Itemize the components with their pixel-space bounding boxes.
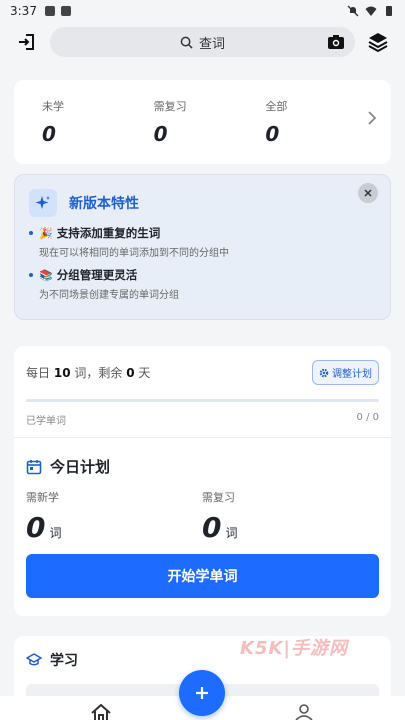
close-icon	[364, 189, 372, 197]
adjust-plan-label: 调整计划	[332, 369, 372, 380]
user-icon[interactable]	[294, 704, 314, 720]
features-title: 新版本特性	[69, 196, 139, 212]
learned-value: 0 / 0	[356, 412, 379, 423]
status-time: 3:37	[10, 4, 37, 18]
stat-label: 需复习	[153, 100, 187, 113]
new-features-card: 新版本特性 🎉 支持添加重复的生词 现在可以将相同的单词添加到不同的分组中 📚 …	[14, 174, 391, 320]
feature-item-desc: 现在可以将相同的单词添加到不同的分组中	[39, 248, 229, 259]
today-new-value: 0	[26, 511, 46, 544]
calendar-icon	[26, 459, 42, 474]
today-review-stat: 需复习 0词	[202, 489, 378, 544]
gallery-notification-icon	[44, 6, 55, 16]
search-placeholder: 查词	[198, 36, 225, 52]
feature-item-desc: 为不同场景创建专属的单词分组	[39, 290, 179, 301]
stat-total: 全部 0	[265, 98, 377, 146]
bullet-icon	[29, 273, 33, 277]
stat-label: 未学	[42, 100, 64, 113]
search-icon	[180, 36, 193, 49]
plus-icon	[196, 687, 208, 699]
feature-item: 🎉 支持添加重复的生词 现在可以将相同的单词添加到不同的分组中	[29, 225, 376, 259]
today-plan-header: 今日计划	[26, 456, 379, 477]
search-input[interactable]: 查词	[50, 27, 355, 57]
word-stats-card[interactable]: 未学 0 需复习 0 全部 0	[14, 80, 391, 164]
today-plan-title: 今日计划	[50, 458, 111, 476]
close-button[interactable]	[358, 183, 378, 203]
mute-icon	[347, 5, 359, 17]
stat-value: 0	[265, 122, 280, 146]
divider	[14, 437, 391, 438]
learned-label: 已学单词	[26, 416, 66, 427]
camera-icon[interactable]	[327, 34, 345, 50]
add-button[interactable]	[179, 670, 225, 716]
stat-value: 0	[42, 122, 56, 146]
watermark: K5K|手游网	[240, 638, 348, 659]
today-review-label: 需复习	[202, 491, 235, 504]
daily-count: 10	[53, 366, 71, 380]
unit-label: 词	[225, 526, 238, 540]
learned-row: 已学单词 0 / 0	[26, 412, 379, 427]
daily-plan-summary: 每日 10 词，剩余 0 天	[26, 364, 150, 381]
top-bar: 查词	[0, 24, 405, 60]
chevron-right-icon[interactable]	[367, 110, 377, 126]
daily-suffix: 天	[138, 366, 151, 380]
days-left: 0	[126, 366, 135, 380]
login-button[interactable]	[14, 29, 40, 55]
stat-review: 需复习 0	[154, 98, 266, 146]
sparkle-icon	[29, 189, 57, 217]
stat-unlearned: 未学 0	[42, 98, 154, 146]
feature-item: 📚 分组管理更灵活 为不同场景创建专属的单词分组	[29, 267, 376, 301]
home-icon[interactable]	[90, 704, 112, 720]
feature-item-title: 分组管理更灵活	[56, 268, 138, 282]
daily-prefix: 每日	[26, 366, 51, 380]
party-icon: 🎉	[39, 226, 53, 240]
layers-icon	[368, 33, 388, 53]
progress-bar	[26, 399, 379, 402]
battery-icon	[386, 6, 392, 16]
today-new-label: 需新学	[26, 491, 59, 504]
today-new-stat: 需新学 0词	[26, 489, 202, 544]
gear-icon	[319, 368, 329, 377]
stat-value: 0	[153, 122, 168, 146]
books-icon: 📚	[39, 268, 53, 282]
feature-item-title: 支持添加重复的生词	[56, 226, 161, 240]
unit-label: 词	[49, 526, 62, 540]
study-title: 学习	[50, 653, 78, 669]
feature-item-title-row: 🎉 支持添加重复的生词	[29, 225, 376, 241]
feature-item-title-row: 📚 分组管理更灵活	[29, 267, 376, 283]
wifi-icon	[365, 6, 377, 16]
app-notification-icon	[60, 6, 71, 16]
layers-button[interactable]	[365, 29, 391, 55]
study-plan-card: 每日 10 词，剩余 0 天 调整计划 已学单词 0 / 0 今日计划 需新学 …	[14, 346, 391, 616]
start-learning-button[interactable]: 开始学单词	[26, 554, 379, 598]
features-header: 新版本特性	[29, 189, 376, 217]
bullet-icon	[29, 231, 33, 235]
today-review-value: 0	[202, 511, 222, 544]
login-icon	[19, 34, 34, 50]
daily-mid: 词，剩余	[74, 366, 123, 380]
graduation-cap-icon	[26, 653, 42, 666]
status-bar: 3:37	[0, 0, 405, 22]
stat-label: 全部	[265, 100, 288, 113]
adjust-plan-button[interactable]: 调整计划	[312, 360, 379, 385]
